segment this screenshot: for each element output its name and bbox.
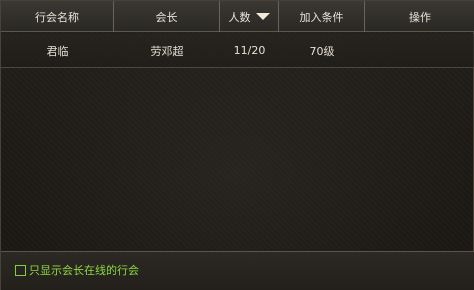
action-cell[interactable]: [365, 34, 474, 67]
condition-cell: 70级: [309, 44, 335, 58]
leader-cell: 劳邓超: [150, 44, 184, 58]
guild-list-panel: 行会名称 会长 人数 加入条件 操作 君临 劳邓超 11/20 70级 只显示会…: [0, 0, 474, 290]
header-join-condition-label: 加入条件: [299, 10, 344, 24]
guild-name-cell: 君临: [46, 44, 69, 58]
header-join-condition[interactable]: 加入条件: [279, 1, 365, 32]
header-action-label: 操作: [409, 10, 431, 24]
header-leader-label: 会长: [155, 10, 178, 24]
header-leader[interactable]: 会长: [114, 1, 220, 32]
header-guild-name[interactable]: 行会名称: [1, 1, 114, 32]
header-guild-name-label: 行会名称: [35, 10, 79, 24]
members-cell: 11/20: [233, 44, 266, 57]
sort-down-icon[interactable]: [255, 13, 270, 20]
filter-checkbox-label[interactable]: 只显示会长在线的行会: [29, 262, 139, 278]
table-row[interactable]: 君临 劳邓超 11/20 70级: [1, 34, 474, 68]
table-header: 行会名称 会长 人数 加入条件 操作: [1, 1, 474, 32]
header-members-label: 人数: [228, 10, 251, 24]
header-members[interactable]: 人数: [220, 1, 279, 32]
online-leader-filter[interactable]: 只显示会长在线的行会: [15, 262, 139, 278]
filter-checkbox[interactable]: [15, 264, 26, 276]
header-action[interactable]: 操作: [365, 1, 474, 32]
